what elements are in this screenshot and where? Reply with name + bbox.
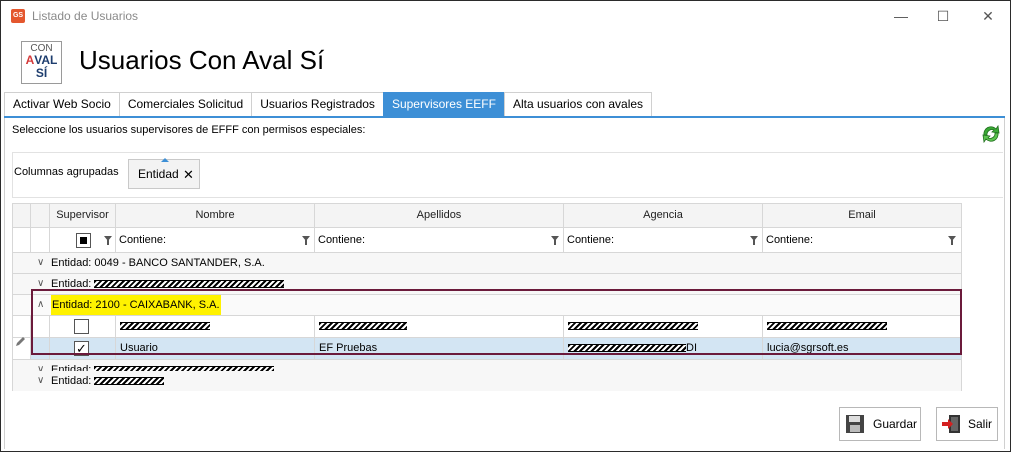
pencil-icon [16,337,25,346]
group-row[interactable]: ∨ Entidad: 0049 - BANCO SANTANDER, S.A. [13,253,961,274]
exit-door-icon [942,415,960,433]
filter-apellidos[interactable]: Contiene: [315,228,564,253]
column-header-agencia[interactable]: Agencia [564,204,763,228]
filter-funnel-icon[interactable] [750,236,758,245]
minimize-button[interactable]: — [887,5,915,27]
tab-alta-usuarios-con-avales[interactable]: Alta usuarios con avales [503,92,653,116]
exit-button[interactable]: Salir [936,407,998,441]
remove-group-icon[interactable]: ✕ [183,160,194,189]
app-window: GS Listado de Usuarios — ☐ ✕ CON AVAL SÍ… [0,0,1011,452]
filter-supervisor-checkbox[interactable] [76,233,91,248]
filter-agencia-text: Contiene: [567,234,615,246]
group-by-label: Columnas agrupadas [14,166,119,178]
exit-button-label: Salir [968,417,993,431]
indicator-header [13,204,31,228]
logo: CON AVAL SÍ [21,41,62,84]
column-header-email[interactable]: Email [763,204,961,228]
expand-chevron-icon[interactable]: ∨ [37,371,44,391]
group-chip-label: Entidad [138,167,179,181]
filter-funnel-icon[interactable] [948,236,956,245]
column-header-nombre[interactable]: Nombre [116,204,315,228]
tab-comerciales-solicitud[interactable]: Comerciales Solicitud [118,92,253,116]
floppy-disk-icon [846,415,864,433]
tab-usuarios-registrados[interactable]: Usuarios Registrados [251,92,384,116]
save-button-label: Guardar [873,417,918,431]
group-label: Entidad: 0049 - BANCO SANTANDER, S.A. [51,257,265,269]
redacted-text [94,280,285,289]
group-chip-entidad[interactable]: Entidad ✕ [128,158,200,189]
tab-activar-web-socio[interactable]: Activar Web Socio [4,92,120,116]
highlight-frame [31,289,962,355]
refresh-icon[interactable] [980,123,1002,145]
filter-agencia[interactable]: Contiene: [564,228,763,253]
expand-header [31,204,50,228]
logo-line3: SÍ [35,66,48,80]
tab-supervisores-eeff[interactable]: Supervisores EEFF [382,92,505,116]
page-title: Usuarios Con Aval Sí [79,45,325,75]
logo-line2-b: VAL [34,53,58,67]
column-header-apellidos[interactable]: Apellidos [315,204,564,228]
title-bar: GS Listado de Usuarios — ☐ ✕ [1,1,1010,31]
redacted-text [94,377,165,386]
column-header-supervisor[interactable]: Supervisor [50,204,116,228]
sort-asc-icon [161,158,169,162]
filter-nombre[interactable]: Contiene: [116,228,315,253]
app-icon: GS [11,9,25,23]
filter-nombre-text: Contiene: [119,234,167,246]
filter-email-text: Contiene: [766,234,814,246]
filter-indicator [13,228,31,253]
close-button[interactable]: ✕ [974,5,1002,27]
group-row[interactable]: ∨ Entidad: [13,371,961,391]
save-button[interactable]: Guardar [839,407,921,441]
window-title: Listado de Usuarios [32,9,139,23]
group-label: Entidad: [51,371,165,391]
filter-funnel-icon[interactable] [551,236,559,245]
maximize-button[interactable]: ☐ [929,5,957,27]
filter-funnel-icon[interactable] [104,236,112,245]
filter-expand [31,228,50,253]
expand-chevron-icon[interactable]: ∨ [37,253,44,273]
filter-apellidos-text: Contiene: [318,234,366,246]
filter-funnel-icon[interactable] [302,236,310,245]
instructions-text: Seleccione los usuarios supervisores de … [12,124,366,136]
group-label-text: Entidad: [51,375,95,387]
logo-line2-a: A [25,53,35,67]
filter-email[interactable]: Contiene: [763,228,961,253]
filter-supervisor [50,228,116,253]
tab-bar: Activar Web Socio Comerciales Solicitud … [4,92,653,116]
